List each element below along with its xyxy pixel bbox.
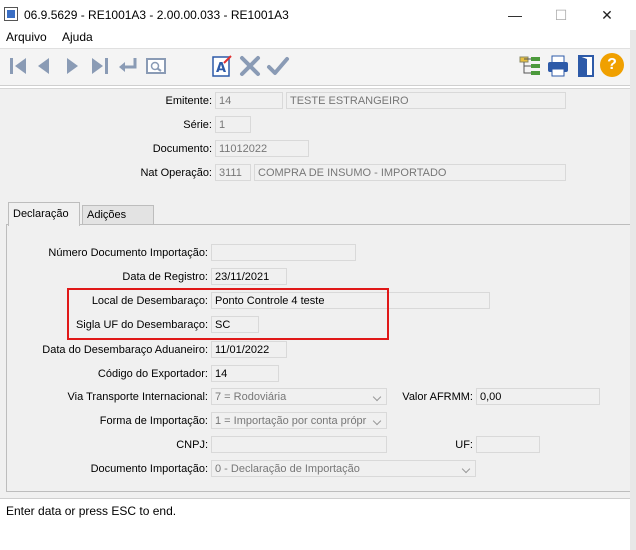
emitente-label: Emitente: <box>165 95 212 107</box>
serie-label: Série: <box>183 119 212 131</box>
numero-doc-field[interactable] <box>211 244 356 261</box>
exit-icon[interactable] <box>574 54 598 78</box>
last-record-icon[interactable] <box>88 54 112 78</box>
tab-declaracao[interactable]: Declaração <box>8 202 80 226</box>
app-icon <box>4 7 18 21</box>
tab-adicoes[interactable]: Adições <box>82 205 154 224</box>
status-text: Enter data or press ESC to end. <box>6 504 177 518</box>
via-transporte-label: Via Transporte Internacional: <box>67 391 208 403</box>
side-scrollbar[interactable] <box>630 30 636 550</box>
confirm-icon[interactable] <box>266 54 290 78</box>
window-title: 06.9.5629 - RE1001A3 - 2.00.00.033 - RE1… <box>24 8 289 22</box>
close-button[interactable]: ✕ <box>584 0 630 30</box>
numero-doc-label: Número Documento Importação: <box>48 247 208 259</box>
menu-arquivo[interactable]: Arquivo <box>6 30 47 44</box>
documento-field[interactable]: 11012022 <box>215 140 309 157</box>
uf-field[interactable] <box>476 436 540 453</box>
nat-operacao-code-field[interactable]: 3111 <box>215 164 251 181</box>
emitente-name-field[interactable]: TESTE ESTRANGEIRO <box>286 92 566 109</box>
help-icon[interactable]: ? <box>600 53 624 77</box>
uf-label: UF: <box>455 439 473 451</box>
minimize-button[interactable]: — <box>492 0 538 30</box>
highlight-box <box>67 288 389 340</box>
documento-importacao-label: Documento Importação: <box>90 463 208 475</box>
nat-operacao-label: Nat Operação: <box>140 167 212 179</box>
via-transporte-select[interactable]: 7 = Rodoviária <box>211 388 387 405</box>
data-registro-label: Data de Registro: <box>122 271 208 283</box>
nat-operacao-name-field[interactable]: COMPRA DE INSUMO - IMPORTADO <box>254 164 566 181</box>
forma-importacao-label: Forma de Importação: <box>99 415 208 427</box>
previous-record-icon[interactable] <box>32 54 56 78</box>
codigo-exportador-field[interactable]: 14 <box>211 365 279 382</box>
data-desembaraco-field[interactable]: 11/01/2022 <box>211 341 287 358</box>
search-icon[interactable] <box>144 54 168 78</box>
data-desembaraco-label: Data do Desembaraço Aduaneiro: <box>42 344 208 356</box>
valor-afrmm-field[interactable]: 0,00 <box>476 388 600 405</box>
next-record-icon[interactable] <box>60 54 84 78</box>
cnpj-label: CNPJ: <box>176 439 208 451</box>
menu-bar <box>0 30 630 48</box>
documento-label: Documento: <box>152 143 212 155</box>
print-icon[interactable] <box>546 54 570 78</box>
forma-importacao-select[interactable]: 1 = Importação por conta própr <box>211 412 387 429</box>
data-registro-field[interactable]: 23/11/2021 <box>211 268 287 285</box>
documento-importacao-select[interactable]: 0 - Declaração de Importação <box>211 460 476 477</box>
cancel-icon[interactable] <box>238 54 262 78</box>
menu-ajuda[interactable]: Ajuda <box>62 30 93 44</box>
emitente-code-field[interactable]: 14 <box>215 92 283 109</box>
codigo-exportador-label: Código do Exportador: <box>97 368 208 380</box>
serie-field[interactable]: 1 <box>215 116 251 133</box>
cnpj-field[interactable] <box>211 436 387 453</box>
valor-afrmm-label: Valor AFRMM: <box>402 391 473 403</box>
go-to-icon[interactable] <box>116 54 140 78</box>
hierarchy-icon[interactable] <box>518 54 542 78</box>
first-record-icon[interactable] <box>6 54 30 78</box>
edit-text-icon[interactable]: A <box>210 54 234 78</box>
maximize-button[interactable]: ☐ <box>538 0 584 30</box>
